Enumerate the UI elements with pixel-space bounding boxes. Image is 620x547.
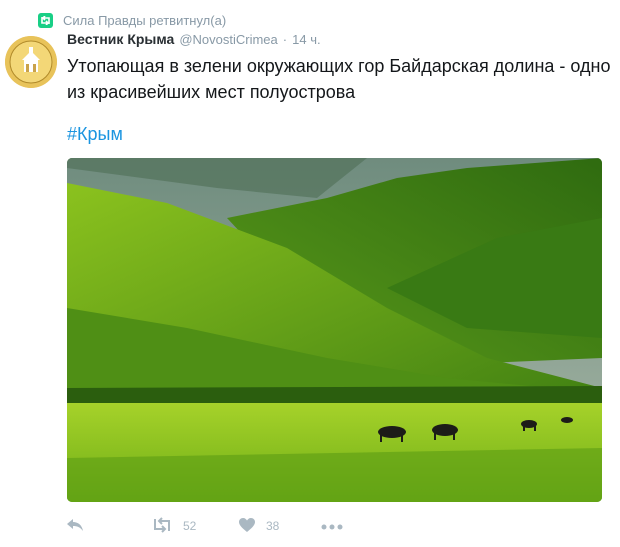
header-separator: · — [282, 32, 288, 47]
more-button[interactable] — [321, 512, 343, 540]
retweet-count: 52 — [183, 519, 197, 533]
more-dots-icon — [321, 519, 343, 533]
retweet-icon — [151, 516, 173, 536]
tweet-photo[interactable] — [67, 158, 602, 502]
hashtag-link[interactable]: #Крым — [67, 122, 123, 146]
author-name[interactable]: Вестник Крыма — [67, 31, 174, 47]
tweet-actions: 52 38 — [66, 512, 366, 540]
tweet-timestamp[interactable]: 14 ч. — [292, 32, 320, 47]
like-button[interactable]: 38 — [238, 512, 279, 540]
retweet-icon — [38, 12, 53, 28]
retweet-button[interactable]: 52 — [151, 512, 196, 540]
tweet-header: Вестник Крыма @NovostiCrimea · 14 ч. — [67, 31, 321, 53]
heart-icon — [238, 517, 256, 536]
retweet-context: Сила Правды ретвитнул(а) — [38, 10, 226, 30]
author-handle[interactable]: @NovostiCrimea — [179, 32, 277, 47]
reply-icon — [66, 518, 84, 535]
like-count: 38 — [266, 519, 280, 533]
tweet-text: Утопающая в зелени окружающих гор Байдар… — [67, 56, 611, 102]
retweeter-text[interactable]: Сила Правды ретвитнул(а) — [63, 13, 226, 28]
author-avatar[interactable] — [5, 36, 57, 88]
reply-button[interactable] — [66, 512, 84, 540]
